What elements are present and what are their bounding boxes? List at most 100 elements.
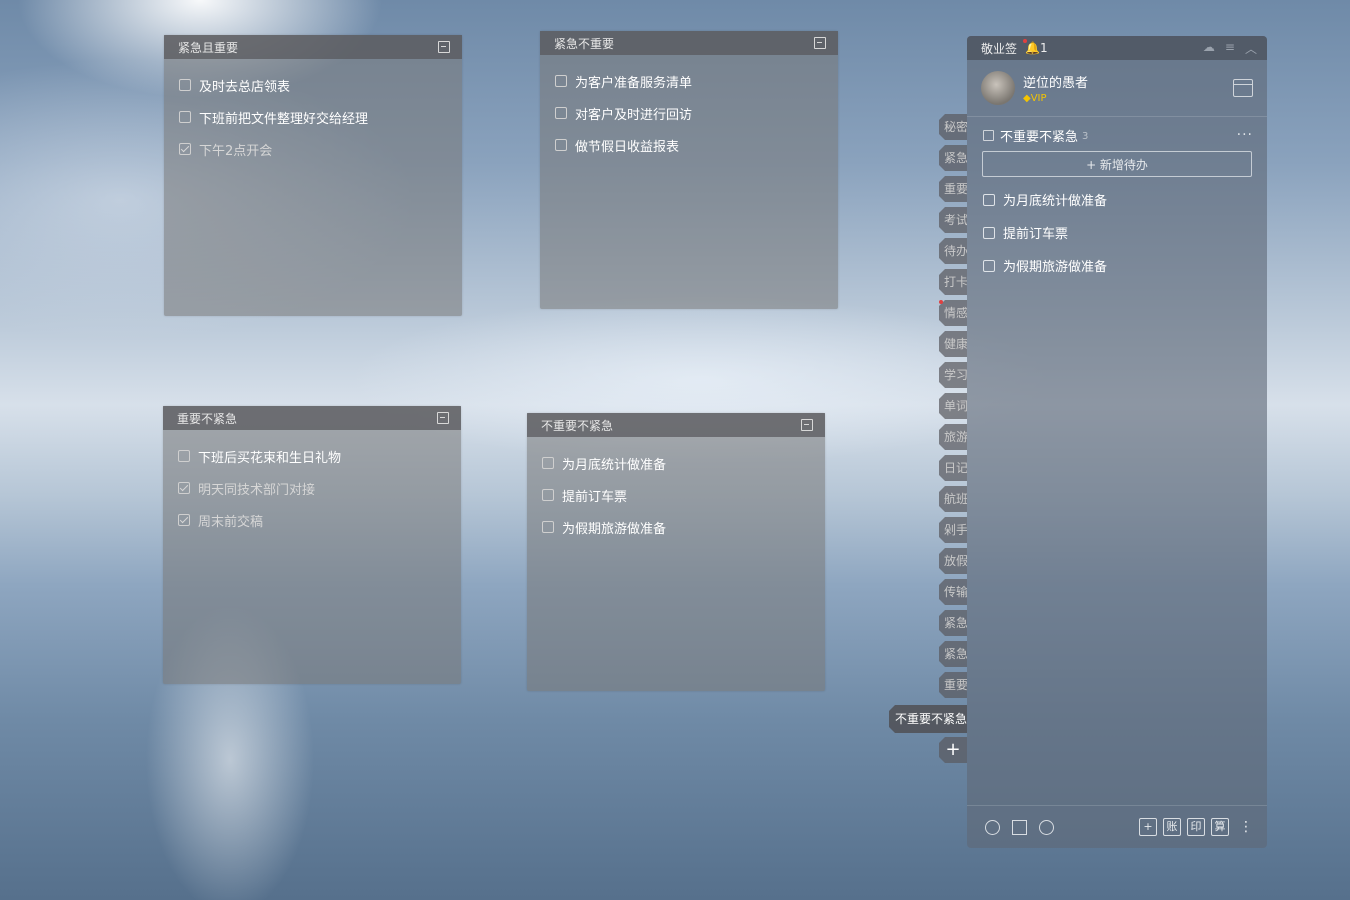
- tab[interactable]: 航班: [939, 486, 967, 512]
- collapse-icon[interactable]: ︿: [1245, 40, 1257, 57]
- tab-active[interactable]: 不重要不紧急: [889, 705, 967, 733]
- item-text: 下午2点开会: [199, 143, 273, 159]
- checkbox[interactable]: [178, 450, 190, 462]
- checkbox[interactable]: [555, 139, 567, 151]
- clock-icon[interactable]: [985, 819, 1000, 835]
- note-urgent-important[interactable]: 紧急且重要 及时去总店领表 下班前把文件整理好交给经理 下午2点开会: [164, 35, 462, 316]
- tab[interactable]: 剁手: [939, 517, 967, 543]
- item-text: 下班前把文件整理好交给经理: [199, 111, 369, 127]
- note-title: 重要不紧急: [177, 411, 238, 426]
- item-text: 为月底统计做准备: [1003, 194, 1108, 209]
- list-item[interactable]: 做节假日收益报表: [540, 129, 838, 161]
- tab[interactable]: 紧急: [939, 145, 967, 171]
- panel-header: 敬业签 🔔1 ☁ ≡ ︿: [967, 36, 1267, 60]
- list-item[interactable]: 为假期旅游做准备: [967, 249, 1267, 282]
- note-header[interactable]: 紧急不重要: [540, 31, 838, 55]
- diamond-icon: ◆: [1023, 93, 1031, 104]
- checkbox[interactable]: [555, 107, 567, 119]
- checkbox[interactable]: [179, 79, 191, 91]
- tab[interactable]: 重要: [939, 672, 967, 698]
- checkbox[interactable]: [983, 193, 995, 206]
- group-header[interactable]: 不重要不紧急 3 ···: [967, 119, 1267, 151]
- tab[interactable]: 传输: [939, 579, 967, 605]
- more-vertical-icon[interactable]: ⋮: [1239, 819, 1253, 835]
- checkbox-checked[interactable]: [178, 482, 190, 494]
- list-item[interactable]: 为月底统计做准备: [527, 447, 825, 479]
- checkbox[interactable]: [555, 75, 567, 87]
- pin-icon[interactable]: [437, 412, 449, 424]
- tab[interactable]: 考试: [939, 207, 967, 233]
- user-row: 逆位的愚者 ◆VIP: [967, 60, 1267, 117]
- tab[interactable]: 日记: [939, 455, 967, 481]
- list-item[interactable]: 周末前交稿: [163, 504, 461, 536]
- list-item[interactable]: 为月底统计做准备: [967, 183, 1267, 216]
- item-text: 为假期旅游做准备: [1003, 260, 1108, 275]
- vip-badge: ◆VIP: [1023, 93, 1088, 104]
- vip-label: VIP: [1030, 93, 1047, 104]
- note-urgent-not-important[interactable]: 紧急不重要 为客户准备服务清单 对客户及时进行回访 做节假日收益报表: [540, 31, 838, 309]
- list-item[interactable]: 对客户及时进行回访: [540, 97, 838, 129]
- user-name[interactable]: 逆位的愚者: [1023, 72, 1088, 91]
- tab[interactable]: 紧急: [939, 641, 967, 667]
- tab[interactable]: 放假: [939, 548, 967, 574]
- add-tab-button[interactable]: +: [939, 737, 967, 763]
- tab[interactable]: 打卡: [939, 269, 967, 295]
- avatar[interactable]: [981, 71, 1015, 105]
- add-todo-button[interactable]: + 新增待办: [982, 151, 1252, 177]
- pin-icon[interactable]: [814, 37, 826, 49]
- list-item[interactable]: 为客户准备服务清单: [540, 65, 838, 97]
- checkbox[interactable]: [542, 457, 554, 469]
- panel-footer: + 账 印 算 ⋮: [967, 805, 1267, 848]
- ledger-button[interactable]: 账: [1163, 818, 1181, 836]
- note-not-important-not-urgent[interactable]: 不重要不紧急 为月底统计做准备 提前订车票 为假期旅游做准备: [527, 413, 825, 691]
- note-header[interactable]: 不重要不紧急: [527, 413, 825, 437]
- print-button[interactable]: 印: [1187, 818, 1205, 836]
- checkbox[interactable]: [179, 111, 191, 123]
- todo-icon: [983, 129, 994, 141]
- note-important-not-urgent[interactable]: 重要不紧急 下班后买花束和生日礼物 明天同技术部门对接 周末前交稿: [163, 406, 461, 684]
- tab[interactable]: 学习: [939, 362, 967, 388]
- checkbox[interactable]: [983, 259, 995, 272]
- list-item[interactable]: 下班前把文件整理好交给经理: [164, 101, 462, 133]
- note-header[interactable]: 重要不紧急: [163, 406, 461, 430]
- checkbox[interactable]: [542, 489, 554, 501]
- bell-icon[interactable]: 🔔1: [1023, 39, 1048, 55]
- tab[interactable]: 情感: [939, 300, 967, 326]
- note-title: 紧急不重要: [554, 36, 615, 51]
- checkbox[interactable]: [542, 521, 554, 533]
- cloud-sync-icon[interactable]: ☁: [1203, 40, 1215, 57]
- tab[interactable]: 待办: [939, 238, 967, 264]
- list-item[interactable]: 明天同技术部门对接: [163, 472, 461, 504]
- pin-icon[interactable]: [438, 41, 450, 53]
- calculator-button[interactable]: 算: [1211, 818, 1229, 836]
- more-icon[interactable]: ···: [1237, 127, 1253, 143]
- tab[interactable]: 重要: [939, 176, 967, 202]
- note-header[interactable]: 紧急且重要: [164, 35, 462, 59]
- item-text: 做节假日收益报表: [575, 139, 680, 155]
- tab[interactable]: 紧急: [939, 610, 967, 636]
- checkbox-checked[interactable]: [179, 143, 191, 155]
- search-icon[interactable]: [1039, 819, 1054, 835]
- list-item[interactable]: 及时去总店领表: [164, 69, 462, 101]
- tab[interactable]: 健康: [939, 331, 967, 357]
- app-name: 敬业签: [981, 41, 1018, 56]
- list-item[interactable]: 提前订车票: [967, 216, 1267, 249]
- pin-icon[interactable]: [801, 419, 813, 431]
- checkbox-checked[interactable]: [178, 514, 190, 526]
- list-item[interactable]: 下班后买花束和生日礼物: [163, 440, 461, 472]
- note-title: 紧急且重要: [178, 40, 239, 55]
- list-item[interactable]: 为假期旅游做准备: [527, 511, 825, 543]
- todo-list-icon[interactable]: [1012, 819, 1027, 835]
- tab[interactable]: 单词: [939, 393, 967, 419]
- item-text: 明天同技术部门对接: [198, 482, 316, 498]
- tab[interactable]: 旅游: [939, 424, 967, 450]
- add-button[interactable]: +: [1139, 818, 1157, 836]
- checkbox[interactable]: [983, 226, 995, 239]
- menu-icon[interactable]: ≡: [1225, 40, 1235, 57]
- item-text: 及时去总店领表: [199, 79, 291, 95]
- list-item[interactable]: 下午2点开会: [164, 133, 462, 165]
- tab[interactable]: 秘密: [939, 114, 967, 140]
- calendar-icon[interactable]: [1233, 79, 1253, 97]
- notification-count: 1: [1039, 41, 1048, 55]
- list-item[interactable]: 提前订车票: [527, 479, 825, 511]
